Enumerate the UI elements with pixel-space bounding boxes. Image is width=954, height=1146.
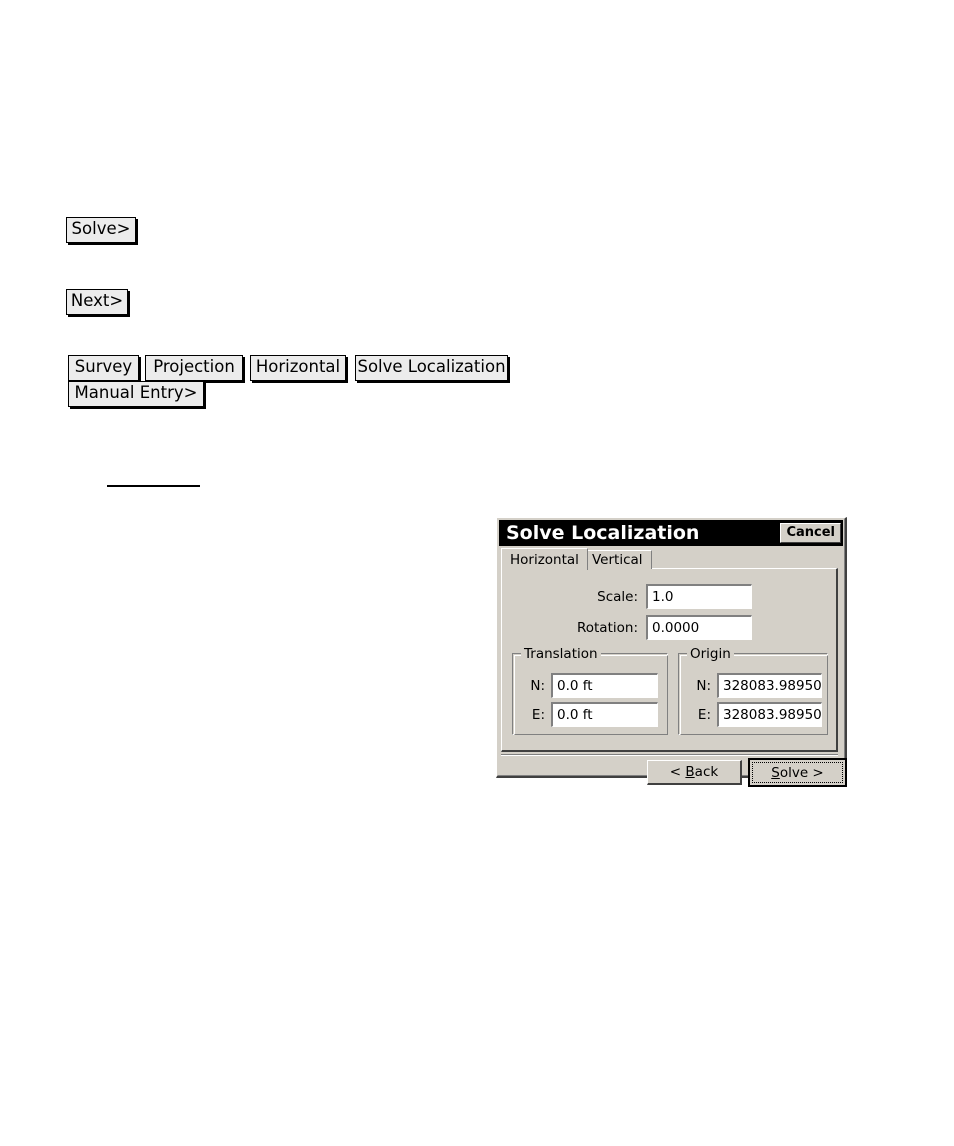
solve-accel: S	[771, 764, 780, 781]
tab-page-horizontal: Scale: 1.0 Rotation: 0.0000 Translation …	[501, 568, 838, 752]
horizontal-rule	[107, 485, 200, 487]
scale-input[interactable]: 1.0	[646, 584, 752, 609]
tab-horizontal-label: Horizontal	[510, 551, 579, 568]
translation-groupbox: Translation N: 0.0 ft E: 0.0 ft	[512, 646, 668, 735]
keycap-projection[interactable]: Projection	[145, 355, 243, 381]
button-bar-separator	[501, 754, 838, 756]
scale-field-row: Scale: 1.0	[502, 584, 767, 609]
solve-localization-dialog: Solve Localization Cancel Horizontal Ver…	[496, 517, 847, 787]
tab-strip: Horizontal Vertical	[501, 548, 841, 570]
rotation-input[interactable]: 0.0000	[646, 615, 752, 640]
origin-e-label: E:	[697, 706, 711, 723]
origin-e-input[interactable]: 328083.989501	[717, 702, 822, 727]
keycap-survey[interactable]: Survey	[68, 355, 139, 381]
solve-button[interactable]: Solve >	[748, 758, 847, 787]
translation-e-label: E:	[531, 706, 545, 723]
back-accel: B	[685, 764, 695, 780]
dialog-button-bar: < Back Solve >	[501, 754, 847, 787]
origin-e-row: E: 328083.989501	[685, 702, 822, 727]
translation-group-title: Translation	[521, 646, 601, 662]
translation-n-row: N: 0.0 ft	[519, 673, 658, 698]
keycap-manual-entry[interactable]: Manual Entry>	[68, 381, 204, 407]
origin-n-label: N:	[696, 677, 711, 694]
scale-label: Scale:	[597, 588, 638, 605]
dialog-titlebar: Solve Localization Cancel	[499, 520, 843, 546]
translation-e-row: E: 0.0 ft	[519, 702, 658, 727]
dialog-title: Solve Localization	[506, 521, 700, 544]
keycap-solve-localization[interactable]: Solve Localization	[355, 355, 508, 381]
keycap-horizontal[interactable]: Horizontal	[250, 355, 346, 381]
back-button[interactable]: < Back	[647, 760, 742, 785]
origin-n-row: N: 328083.989501	[685, 673, 822, 698]
translation-e-input[interactable]: 0.0 ft	[551, 702, 658, 727]
tab-vertical-label: Vertical	[592, 552, 643, 568]
keycap-next[interactable]: Next>	[66, 289, 128, 315]
solve-button-focus-ring: Solve >	[752, 762, 843, 783]
translation-n-label: N:	[530, 677, 545, 694]
rotation-label: Rotation:	[576, 619, 638, 636]
solve-button-label: Solve >	[771, 764, 824, 781]
back-button-label: < Back	[669, 764, 719, 780]
translation-n-input[interactable]: 0.0 ft	[551, 673, 658, 698]
origin-n-input[interactable]: 328083.989501	[717, 673, 822, 698]
cancel-button[interactable]: Cancel	[780, 523, 841, 543]
rotation-field-row: Rotation: 0.0000	[502, 615, 767, 640]
origin-group-title: Origin	[687, 646, 734, 662]
keycap-solve[interactable]: Solve>	[66, 217, 136, 243]
tab-horizontal[interactable]: Horizontal	[501, 548, 588, 570]
tab-vertical[interactable]: Vertical	[583, 550, 652, 569]
origin-groupbox: Origin N: 328083.989501 E: 328083.989501	[678, 646, 828, 735]
